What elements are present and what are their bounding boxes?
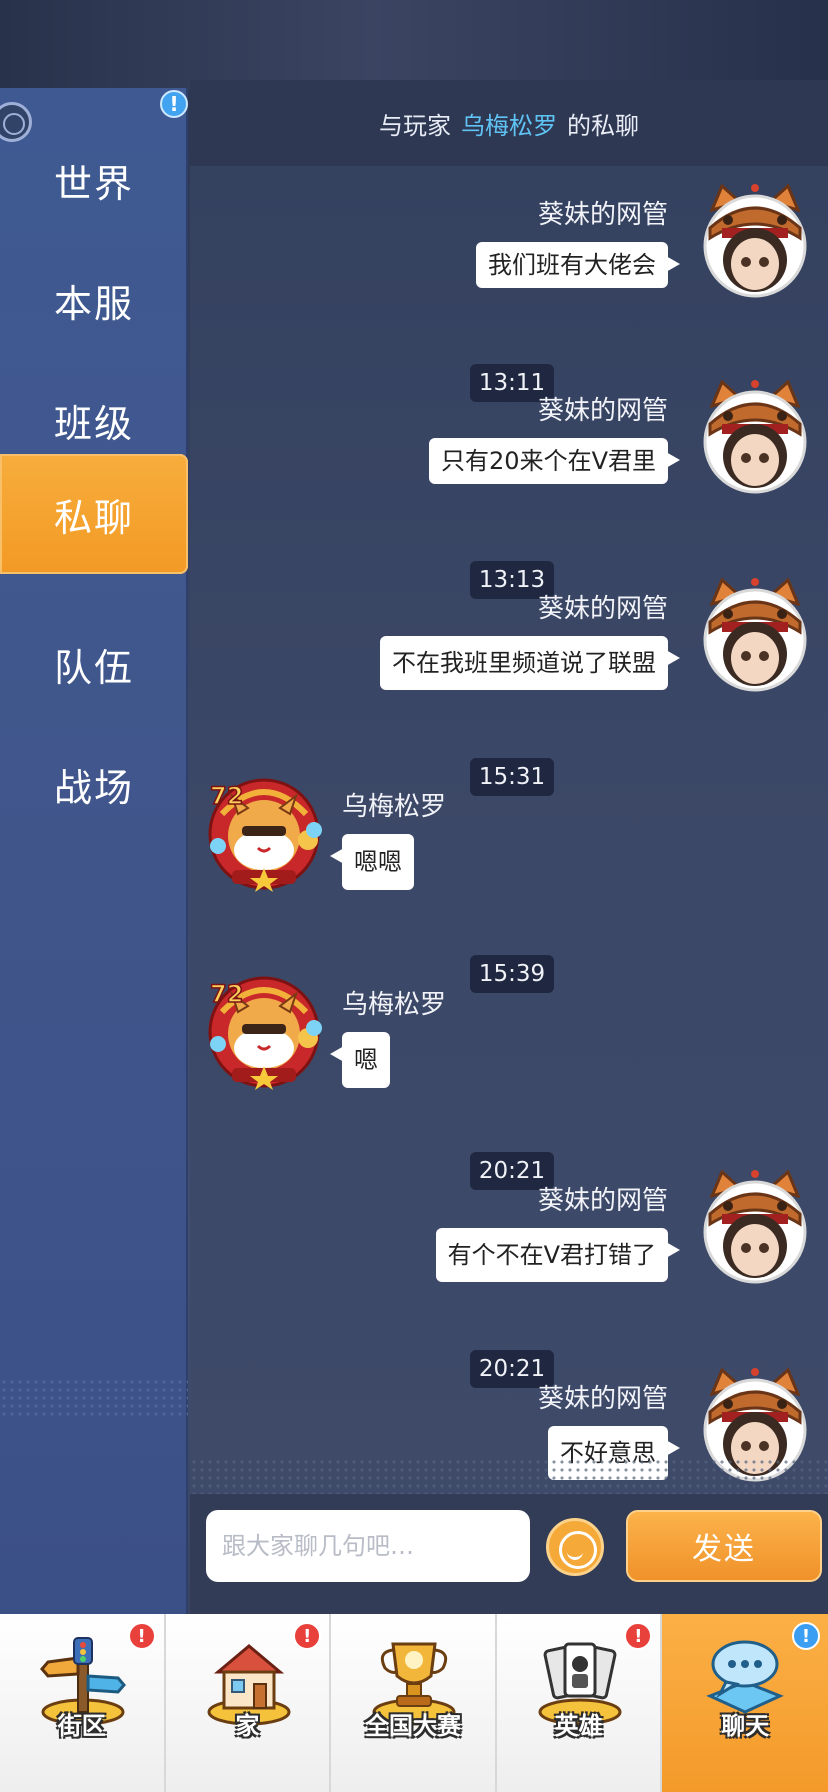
sidebar-item-label: 队伍: [53, 645, 134, 690]
sidebar-item-label: 私聊: [53, 495, 134, 540]
player-avatar-raccoon-hood[interactable]: [700, 574, 810, 694]
avatar-level-badge: 72: [210, 980, 243, 1008]
chat-partner-name[interactable]: 乌梅松罗: [461, 106, 557, 141]
sidebar-item-battlefield[interactable]: 战场: [0, 724, 188, 844]
sidebar-item-private-chat[interactable]: 私聊: [0, 454, 188, 574]
message-bubble[interactable]: 只有20来个在V君里: [429, 438, 680, 484]
player-avatar-raccoon-hood[interactable]: [700, 180, 810, 300]
bottom-navigation: 街区 ! 家 ! 全国大赛 英雄 ! 聊天 !: [0, 1614, 828, 1792]
message-list[interactable]: 葵妹的网管 我们班有大佬会 13:11 葵妹的网管 只有20来个在V君里 13:…: [190, 166, 828, 1546]
alert-badge-icon: !: [624, 1622, 653, 1650]
message-sender: 葵妹的网管: [537, 396, 668, 426]
message-item: 葵妹的网管 有个不在V君打错了: [190, 1152, 828, 1292]
message-sender: 乌梅松罗: [342, 792, 447, 822]
message-bubble[interactable]: 不在我班里频道说了联盟: [380, 636, 680, 690]
sidebar-item-world[interactable]: 世界: [0, 120, 188, 240]
sidebar-item-server[interactable]: 本服: [0, 240, 188, 360]
chat-panel: 与玩家 乌梅松罗 的私聊 葵妹的网管 我们班有大佬会 13:11 葵妹的网管 只…: [190, 80, 828, 1620]
info-badge-icon: !: [791, 1622, 820, 1650]
nav-item-chat[interactable]: 聊天 !: [662, 1614, 828, 1792]
send-button[interactable]: 发送: [626, 1510, 822, 1582]
nav-label: 家: [235, 1712, 260, 1740]
message-sender: 乌梅松罗: [342, 990, 447, 1020]
message-sender: 葵妹的网管: [537, 1186, 668, 1216]
nav-item-home[interactable]: 家 !: [165, 1614, 332, 1792]
nav-item-district[interactable]: 街区 !: [0, 1614, 166, 1792]
chat-dots-decoration: [190, 1458, 828, 1494]
message-item: 葵妹的网管 只有20来个在V君里: [190, 362, 828, 502]
message-sender: 葵妹的网管: [537, 1384, 668, 1414]
message-item: 72 乌梅松罗 嗯: [190, 956, 828, 1096]
sidebar-item-label: 本服: [53, 281, 134, 326]
sidebar-item-label: 世界: [53, 161, 134, 206]
sidebar-item-label: 战场: [53, 765, 134, 810]
message-bubble[interactable]: 有个不在V君打错了: [435, 1228, 681, 1282]
channel-sidebar: 世界 本服 班级 私聊 队伍 战场: [0, 88, 188, 1618]
emoji-button[interactable]: [546, 1518, 604, 1576]
player-avatar-raccoon-hood[interactable]: [700, 376, 810, 496]
nav-label: 街区: [57, 1712, 106, 1740]
player-avatar-cat-frame[interactable]: 72: [202, 972, 326, 1092]
message-sender: 葵妹的网管: [537, 200, 668, 230]
nav-label: 全国大赛: [364, 1712, 461, 1740]
message-bubble[interactable]: 嗯: [330, 1032, 390, 1088]
alert-badge-icon: !: [127, 1622, 156, 1650]
nav-label: 聊天: [721, 1712, 770, 1740]
top-background: [0, 0, 828, 90]
world-alert-icon: !: [160, 90, 188, 118]
player-avatar-cat-frame[interactable]: 72: [202, 774, 326, 894]
chat-input-bar: 发送: [190, 1494, 828, 1616]
message-sender: 葵妹的网管: [537, 594, 668, 624]
sidebar-dots-decoration: [0, 1378, 188, 1418]
nav-item-national-contest[interactable]: 全国大赛: [331, 1614, 497, 1792]
sidebar-item-team[interactable]: 队伍: [0, 604, 188, 724]
nav-item-heroes[interactable]: 英雄 !: [496, 1614, 663, 1792]
message-item: 72 乌梅松罗 嗯嗯: [190, 758, 828, 898]
chat-message-input[interactable]: [206, 1510, 530, 1582]
message-item: 葵妹的网管 不在我班里频道说了联盟: [190, 560, 828, 700]
message-item: 葵妹的网管 我们班有大佬会: [190, 166, 828, 306]
chat-header-prefix: 与玩家: [379, 111, 451, 140]
sidebar-item-label: 班级: [53, 401, 134, 446]
chat-header: 与玩家 乌梅松罗 的私聊: [190, 80, 828, 166]
message-bubble[interactable]: 我们班有大佬会: [476, 242, 680, 288]
chat-header-suffix: 的私聊: [567, 111, 639, 140]
alert-badge-icon: !: [293, 1622, 322, 1650]
message-bubble[interactable]: 嗯嗯: [330, 834, 414, 890]
player-avatar-raccoon-hood[interactable]: [700, 1166, 810, 1286]
nav-label: 英雄: [554, 1712, 603, 1740]
avatar-level-badge: 72: [210, 782, 243, 810]
